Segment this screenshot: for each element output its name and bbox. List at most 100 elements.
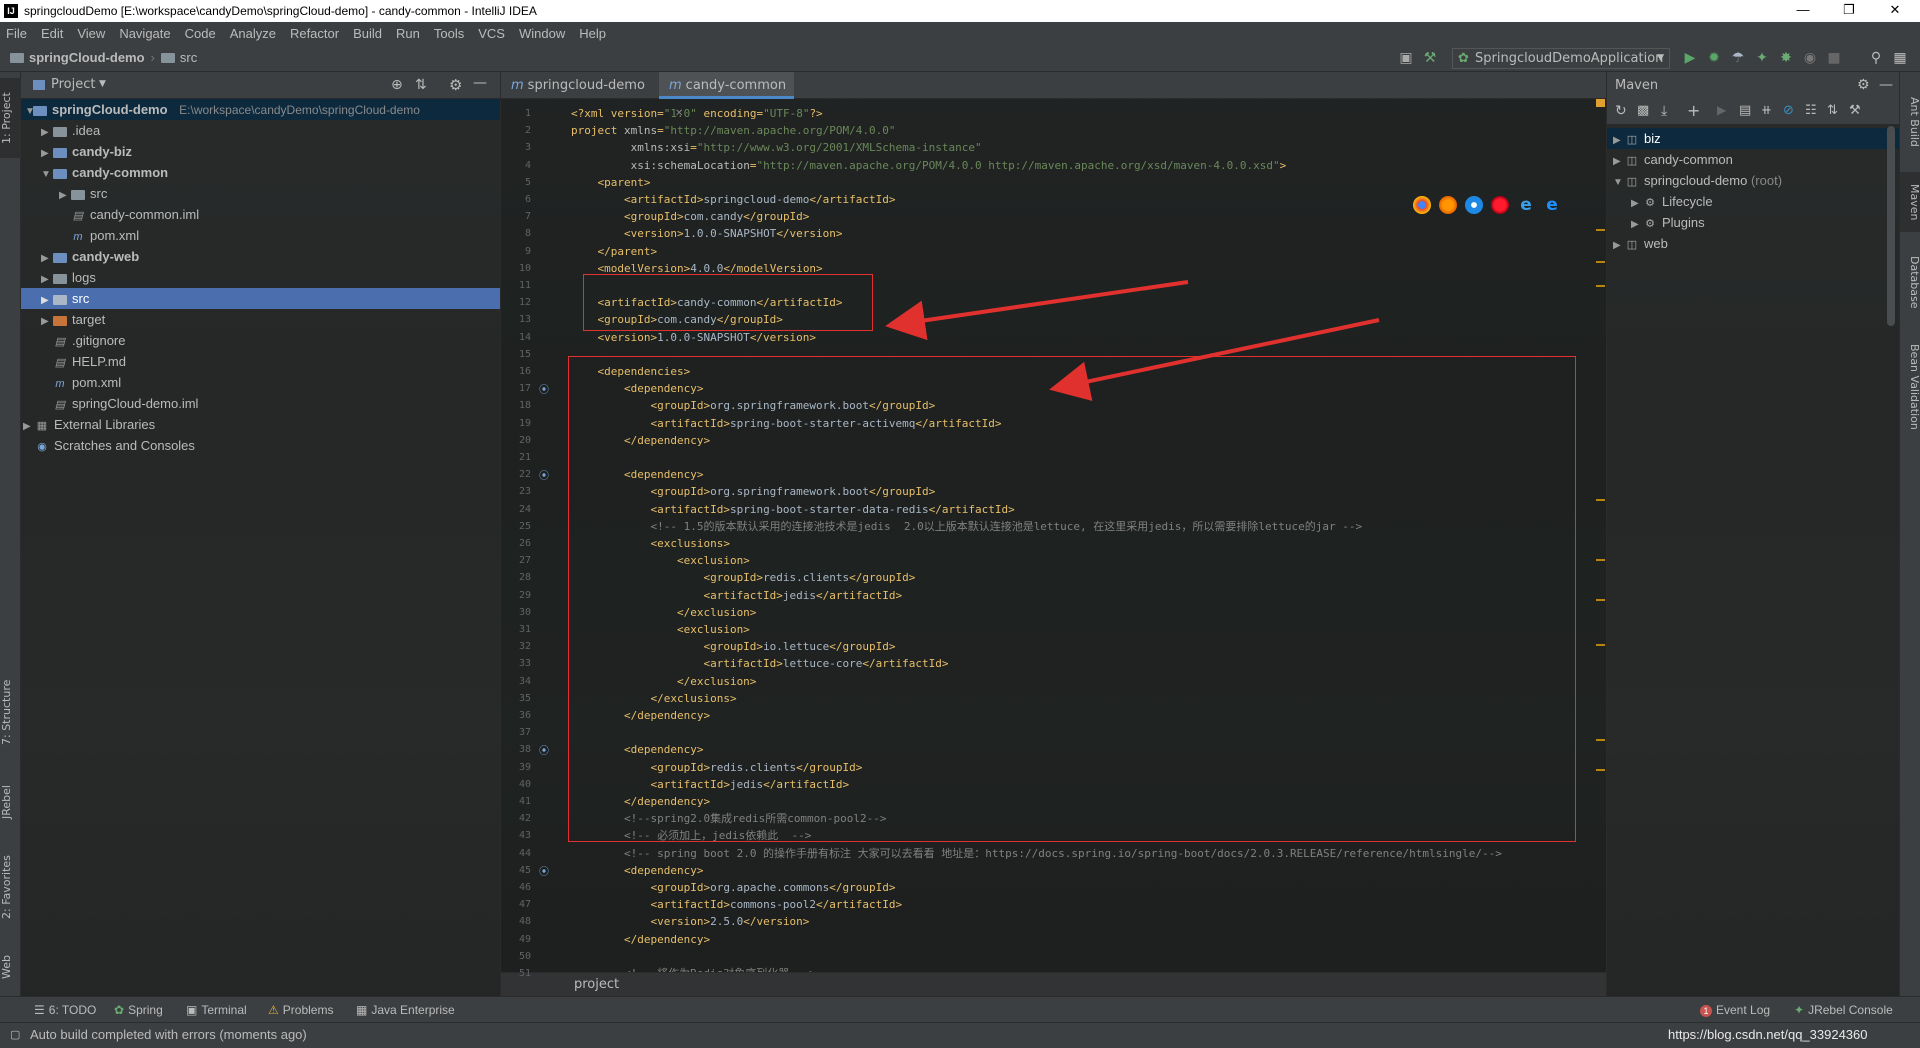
reload-icon[interactable]: ↻ xyxy=(1615,103,1627,119)
maven-item-lifecycle[interactable]: ▶ ⚙ Lifecycle xyxy=(1607,191,1900,212)
run-maven-icon[interactable]: ▶ xyxy=(1717,103,1726,117)
spring-tool-button[interactable]: ✿ Spring xyxy=(114,997,163,1023)
firefox-icon[interactable] xyxy=(1439,196,1457,214)
jrebel-console-tool-button[interactable]: ✦ JRebel Console xyxy=(1794,997,1893,1023)
error-stripe-mark[interactable] xyxy=(1596,499,1605,501)
error-stripe-mark[interactable] xyxy=(1596,285,1605,287)
menu-build[interactable]: Build xyxy=(345,26,388,41)
error-stripe-mark[interactable] xyxy=(1596,559,1605,561)
download-icon[interactable]: ⤓ xyxy=(1661,103,1667,119)
menu-analyze[interactable]: Analyze xyxy=(222,26,282,41)
structure-tool-tab[interactable]: 7: Structure xyxy=(0,672,21,752)
menu-code[interactable]: Code xyxy=(177,26,222,41)
tree-item-candy-common[interactable]: ▼ candy-common xyxy=(21,162,500,183)
debug-icon[interactable]: ✹ xyxy=(1706,50,1722,66)
tree-item-root-iml[interactable]: ▤ springCloud-demo.iml xyxy=(21,393,500,414)
tree-item-help-md[interactable]: ▤ HELP.md xyxy=(21,351,500,372)
menu-help[interactable]: Help xyxy=(571,26,612,41)
favorites-tool-tab[interactable]: 2: Favorites xyxy=(0,842,21,932)
status-toggle-icon[interactable]: ▢ xyxy=(10,1023,20,1047)
maven-item-biz[interactable]: ▶ ◫ biz xyxy=(1607,128,1900,149)
window-layout-icon[interactable]: ▣ xyxy=(1398,50,1414,66)
ide-update-icon[interactable]: ▦ xyxy=(1892,50,1908,66)
tree-item-root-pom[interactable]: m pom.xml xyxy=(21,372,500,393)
chevron-down-icon[interactable]: ▼ xyxy=(99,79,106,89)
maven-item-plugins[interactable]: ▶ ⚙ Plugins xyxy=(1607,212,1900,233)
hide-panel-icon[interactable]: — xyxy=(473,75,487,91)
menu-file[interactable]: File xyxy=(0,26,33,41)
add-icon[interactable]: + xyxy=(1687,101,1700,120)
tree-item-external-libraries[interactable]: ▶ ▦ External Libraries xyxy=(21,414,500,435)
tree-item-idea[interactable]: ▶ .idea xyxy=(21,120,500,141)
breadcrumb-root[interactable]: springCloud-demo xyxy=(29,50,145,65)
status-message[interactable]: Auto build completed with errors (moment… xyxy=(30,1023,307,1047)
error-stripe-mark[interactable] xyxy=(1596,644,1605,646)
error-stripe-mark[interactable] xyxy=(1596,739,1605,741)
tree-item-candy-common-iml[interactable]: ▤ candy-common.iml xyxy=(21,204,500,225)
stop-icon[interactable]: ■ xyxy=(1826,50,1842,66)
generate-sources-icon[interactable]: ▩ xyxy=(1637,103,1649,118)
dependency-gutter-icon[interactable]: ⦿ xyxy=(539,381,549,396)
menu-navigate[interactable]: Navigate xyxy=(111,26,176,41)
profiler-icon[interactable]: ◉ xyxy=(1802,50,1818,66)
jrebel-debug-icon[interactable]: ✸ xyxy=(1778,50,1794,66)
tree-item-gitignore[interactable]: ▤ .gitignore xyxy=(21,330,500,351)
tree-item-common-pom[interactable]: m pom.xml xyxy=(21,225,500,246)
tree-item-candy-biz[interactable]: ▶ candy-biz xyxy=(21,141,500,162)
todo-tool-button[interactable]: ☰ 6: TODO xyxy=(34,997,96,1023)
problems-tool-button[interactable]: ⚠ Problems xyxy=(268,997,333,1023)
breadcrumb-child[interactable]: src xyxy=(180,50,197,65)
gear-icon[interactable]: ⚙ xyxy=(449,76,462,94)
dependency-gutter-icon[interactable]: ⦿ xyxy=(539,742,549,757)
tree-item-target[interactable]: ▶ target xyxy=(21,309,500,330)
tree-item-scratches[interactable]: ◉ Scratches and Consoles xyxy=(21,435,500,456)
maven-item-candy-common[interactable]: ▶ ◫ candy-common xyxy=(1607,149,1900,170)
toggle-offline-icon[interactable]: ⧺ xyxy=(1761,103,1772,118)
chrome-icon[interactable] xyxy=(1413,196,1431,214)
web-tool-tab[interactable]: Web xyxy=(0,942,21,992)
tree-item-springcloud-demo[interactable]: ▼ springCloud-demo E:\workspace\candyDemo… xyxy=(21,99,500,120)
wrench-icon[interactable]: ⚒ xyxy=(1849,103,1861,118)
run-icon[interactable]: ▶ xyxy=(1682,50,1698,66)
project-tool-tab[interactable]: 1: Project xyxy=(0,78,21,158)
dependency-gutter-icon[interactable]: ⦿ xyxy=(539,863,549,878)
jrebel-tool-tab[interactable]: JRebel xyxy=(0,772,21,832)
menu-view[interactable]: View xyxy=(69,26,111,41)
coverage-icon[interactable]: ☂ xyxy=(1730,50,1746,66)
close-icon[interactable]: ✕ xyxy=(1872,0,1918,22)
run-configuration-selector[interactable]: ✿ SpringcloudDemoApplication ▼ xyxy=(1452,48,1670,69)
internet-explorer-icon[interactable]: e xyxy=(1517,196,1535,214)
safari-icon[interactable] xyxy=(1465,196,1483,214)
menu-refactor[interactable]: Refactor xyxy=(282,26,345,41)
maven-tool-tab[interactable]: Maven xyxy=(1900,172,1920,232)
vertical-scrollbar[interactable] xyxy=(1887,126,1895,326)
restore-icon[interactable]: ❐ xyxy=(1826,0,1872,22)
project-view-label[interactable]: Project xyxy=(51,77,95,92)
collapse-all-icon[interactable]: ⇅ xyxy=(415,77,427,93)
show-dependencies-icon[interactable]: ☷ xyxy=(1805,103,1817,118)
search-icon[interactable]: ⚲ xyxy=(1868,50,1884,66)
build-hammer-icon[interactable]: ⚒ xyxy=(1422,50,1438,66)
menu-tools[interactable]: Tools xyxy=(426,26,470,41)
execute-goal-icon[interactable]: ▤ xyxy=(1739,103,1751,118)
database-tool-tab[interactable]: Database xyxy=(1900,242,1920,322)
tree-item-common-src[interactable]: ▶ src xyxy=(21,183,500,204)
opera-icon[interactable] xyxy=(1491,196,1509,214)
maven-item-web[interactable]: ▶ ◫ web xyxy=(1607,233,1900,254)
error-stripe-mark[interactable] xyxy=(1596,769,1605,771)
menu-run[interactable]: Run xyxy=(388,26,426,41)
menu-edit[interactable]: Edit xyxy=(33,26,69,41)
error-stripe-mark[interactable] xyxy=(1596,229,1605,231)
error-stripe-mark[interactable] xyxy=(1596,99,1605,107)
jrebel-run-icon[interactable]: ✦ xyxy=(1754,50,1770,66)
collapse-all-icon[interactable]: ⇅ xyxy=(1827,103,1838,118)
tree-item-src[interactable]: ▶ src xyxy=(21,288,500,309)
error-stripe-mark[interactable] xyxy=(1596,599,1605,601)
dependency-gutter-icon[interactable]: ⦿ xyxy=(539,467,549,482)
locate-target-icon[interactable]: ⊕ xyxy=(391,77,403,93)
ant-build-tool-tab[interactable]: Ant Build xyxy=(1900,82,1920,162)
tree-item-candy-web[interactable]: ▶ candy-web xyxy=(21,246,500,267)
bean-validation-tool-tab[interactable]: Bean Validation xyxy=(1900,332,1920,442)
gear-icon[interactable]: ⚙ xyxy=(1857,72,1870,99)
xml-breadcrumb[interactable]: project xyxy=(501,972,1607,996)
